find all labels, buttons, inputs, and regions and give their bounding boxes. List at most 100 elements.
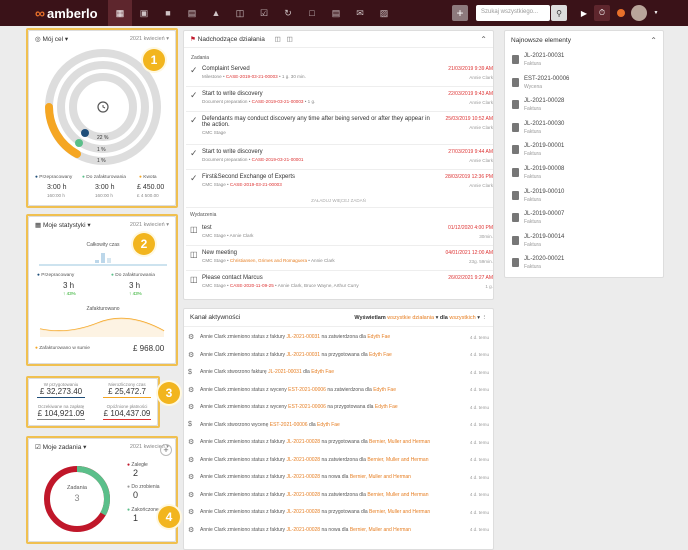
annotation-3: 3 (158, 382, 180, 404)
recent-item[interactable]: EST-2021-00006 Wycena (512, 76, 652, 96)
feed-filter[interactable]: Wyświetlam wszystkie działania ▾ dla wsz… (354, 315, 487, 321)
feed-item: ⚙ Annie Clark zmieniono status z faktury … (188, 488, 493, 502)
feed-text: dla (308, 421, 316, 428)
feed-text: Annie Clark zmieniono status z faktury (200, 351, 286, 358)
task-item[interactable]: ✓ Complaint Served Milestone • CASE-2019… (190, 66, 493, 81)
recent-item[interactable]: JL-2019-00008 Faktura (512, 166, 652, 186)
feed-ref-link[interactable]: EST-2021-00006 (288, 387, 326, 393)
feed-client-link[interactable]: Bernier, Muller and Herman (350, 474, 411, 480)
checkmark-icon[interactable]: ✓ (190, 66, 202, 75)
task-assignee: Annie Clark (469, 158, 493, 163)
task-item[interactable]: ✓ First&Second Exchange of Experts CMC S… (190, 174, 493, 189)
feed-item: ⚙ Annie Clark zmieniono status z wyceny E… (188, 400, 493, 414)
feed-item: ⚙ Annie Clark zmieniono status z faktury … (188, 505, 493, 519)
feed-time: 4 d. temu (469, 474, 489, 480)
gear-icon: ⚙ (188, 474, 195, 481)
recent-item[interactable]: JL-2019-00007 Faktura (512, 211, 652, 231)
checkmark-icon[interactable]: ✓ (190, 116, 202, 125)
feed-text: na zatwierdzona dla (327, 386, 372, 393)
calendar-icon[interactable]: ◫ (228, 0, 252, 26)
tasks-icon[interactable]: ☑ (252, 0, 276, 26)
event-date: 26/02/2021 9:27 AM (448, 275, 493, 281)
feed-client-link[interactable]: Bernier, Muller and Herman (367, 492, 428, 498)
gear-icon: ⚙ (188, 456, 195, 464)
event-item[interactable]: ◫ test CMC Stage • Annie Clark 01/12/202… (190, 225, 493, 239)
load-more-tasks-button[interactable]: ZAŁADUJ WIĘCEJ ZADAŃ (183, 198, 494, 203)
feed-ref-link[interactable]: JL-2021-00028 (286, 474, 320, 480)
event-item[interactable]: ◫ Please contact Marcus CMC Stage • CASE… (190, 275, 493, 289)
documents-icon[interactable]: ▤ (180, 0, 204, 26)
mail-icon[interactable]: ✉ (348, 0, 372, 26)
feed-ref-link[interactable]: JL-2021-00031 (286, 334, 320, 340)
highlight-kpi (26, 376, 160, 428)
task-item[interactable]: ✓ Start to write discovery Document prep… (190, 91, 493, 106)
recent-item-type: Faktura (524, 241, 541, 248)
feed-ref-link[interactable]: EST-2021-00006 (270, 422, 308, 428)
history-icon[interactable]: ↻ (276, 0, 300, 26)
task-assignee: Annie Clark (469, 75, 493, 80)
task-item[interactable]: ✓ Defendants may conduct discovery any t… (190, 116, 493, 136)
timer-icon[interactable]: ⏱ (594, 5, 610, 21)
feed-text: na przygotowana dla (321, 351, 368, 358)
checkmark-icon[interactable]: ✓ (190, 149, 202, 158)
cases-icon[interactable]: ■ (156, 0, 180, 26)
recent-item[interactable]: JL-2019-00010 Faktura (512, 189, 652, 209)
event-item[interactable]: ◫ New meeting CMC Stage • Christiansen, … (190, 250, 493, 264)
recent-item[interactable]: JL-2021-00030 Faktura (512, 121, 652, 141)
reports-icon[interactable]: ▨ (372, 0, 396, 26)
collapse-icon[interactable]: ⌃ (480, 35, 487, 44)
feed-ref-link[interactable]: JL-2021-00031 (268, 369, 302, 375)
bank-icon[interactable]: ▲ (204, 0, 228, 26)
document-icon (512, 77, 519, 87)
add-task-icon[interactable]: ◫ (287, 36, 293, 43)
recent-item[interactable]: JL-2020-00021 Faktura (512, 256, 652, 276)
avatar[interactable] (631, 5, 647, 21)
feed-client-link[interactable]: Edyth Fae (369, 352, 392, 358)
checkmark-icon[interactable]: ✓ (190, 91, 202, 100)
recent-item[interactable]: JL-2019-00001 Faktura (512, 143, 652, 163)
feed-client-link[interactable]: Edyth Fae (375, 404, 398, 410)
feed-ref-link[interactable]: JL-2021-00028 (286, 492, 320, 498)
feed-client-link[interactable]: Edyth Fae (367, 334, 390, 340)
checkmark-icon[interactable]: ✓ (190, 174, 202, 183)
collapse-icon[interactable]: ⌃ (650, 36, 657, 45)
feed-client-link[interactable]: Edyth Fae (311, 369, 334, 375)
recent-item[interactable]: JL-2021-00028 Faktura (512, 98, 652, 118)
add-event-icon[interactable]: ◫ (275, 36, 281, 43)
task-item[interactable]: ✓ Start to write discovery Document prep… (190, 149, 493, 164)
play-icon[interactable]: ▶ (576, 5, 592, 21)
notifications-icon[interactable] (613, 5, 629, 21)
search-icon[interactable]: ⚲ (551, 5, 567, 21)
dashboard-icon[interactable]: ▦ (108, 0, 132, 26)
feed-client-link[interactable]: Bernier, Muller and Herman (367, 457, 428, 463)
feed-client-link[interactable]: Edyth Fae (373, 387, 396, 393)
folder-icon[interactable]: □ (300, 0, 324, 26)
feed-ref-link[interactable]: JL-2021-00028 (286, 527, 320, 533)
document-icon (512, 122, 519, 132)
invoice-icon[interactable]: ▤ (324, 0, 348, 26)
search-input[interactable]: Szukaj wszystkiego... (476, 5, 550, 21)
recent-item[interactable]: JL-2021-00031 Faktura (512, 53, 652, 73)
recent-item-name: EST-2021-00006 (524, 75, 570, 82)
chevron-down-icon[interactable]: ▼ (648, 5, 664, 21)
app-logo[interactable]: ∞ amberlo (35, 0, 105, 26)
feed-ref-link[interactable]: JL-2021-00028 (286, 509, 320, 515)
feed-client-link[interactable]: Edyth Fae (317, 422, 340, 428)
feed-text: na nowa dla (321, 474, 349, 480)
feed-ref-link[interactable]: JL-2021-00031 (286, 352, 320, 358)
feed-ref-link[interactable]: JL-2021-00028 (286, 439, 320, 445)
feed-client-link[interactable]: Bernier, Muller and Herman (369, 509, 430, 515)
feed-client-link[interactable]: Bernier, Muller and Herman (350, 527, 411, 533)
recent-item[interactable]: JL-2019-00014 Faktura (512, 234, 652, 254)
feed-client-link[interactable]: Bernier, Muller and Herman (369, 439, 430, 445)
feed-text: Annie Clark zmieniono status z faktury (200, 439, 286, 445)
gear-icon: ⚙ (188, 526, 195, 534)
recent-item-type: Faktura (524, 151, 541, 158)
feed-ref-link[interactable]: JL-2021-00028 (286, 457, 320, 463)
feed-item: ⚙ Annie Clark zmieniono status z faktury … (188, 330, 493, 344)
add-new-button[interactable]: + (452, 5, 468, 21)
contacts-icon[interactable]: ▣ (132, 0, 156, 26)
more-vert-icon[interactable]: ⋮ (482, 315, 488, 321)
document-icon (512, 258, 519, 268)
feed-ref-link[interactable]: EST-2021-00006 (288, 404, 326, 410)
